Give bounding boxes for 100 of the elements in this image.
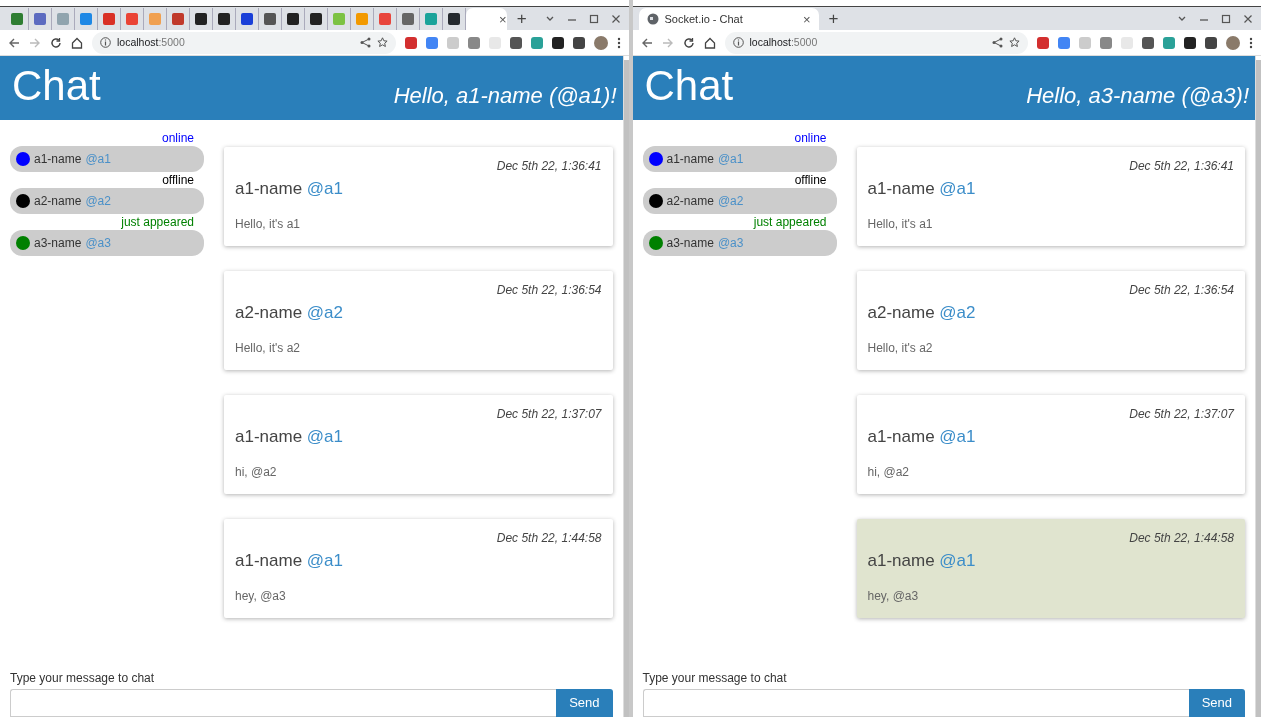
message-time: Dec 5th 22, 1:44:58 [496,530,602,547]
avatar-icon[interactable] [1226,35,1240,50]
input-label: Type your message to chat [10,670,156,687]
user-name: a1-name [34,151,82,168]
sender-name: a2-name [235,303,303,322]
reload-icon[interactable] [682,36,695,49]
message-time: Dec 5th 22, 1:44:58 [1129,530,1234,547]
message-text: Hello, it's a2 [867,339,933,357]
share-icon[interactable] [359,37,371,48]
reload-icon[interactable] [50,36,62,49]
sender-handle: @a1 [939,179,976,198]
sender-handle: @a1 [306,551,343,570]
message-text: hey, @a3 [235,587,286,605]
sender-name: a1-name [235,551,303,570]
user-item[interactable]: a3-name @a3 [642,230,837,256]
info-icon [732,37,744,48]
sender-name: a1-name [867,427,935,446]
browser-tab[interactable]: × [466,8,507,30]
user-item[interactable]: a1-name @a1 [642,146,837,172]
message-time: Dec 5th 22, 1:36:41 [496,158,602,175]
sender-name: a1-name [867,179,935,198]
sender-handle: @a1 [939,551,976,570]
message-text: Hello, it's a1 [235,215,300,233]
user-status: just appeared [121,215,194,229]
user-status: offline [794,173,827,187]
user-status: online [161,131,194,145]
back-icon[interactable] [640,36,653,49]
new-tab-button[interactable]: + [818,8,849,30]
home-icon[interactable] [71,36,83,49]
page-title: Chat [12,65,101,107]
message-time: Dec 5th 22, 1:36:54 [496,282,602,299]
sender-name: a1-name [235,427,303,446]
sender-handle: @a1 [939,427,976,446]
maximize-icon[interactable] [588,14,599,24]
extension-icon[interactable] [1205,36,1217,49]
user-name: a3-name [34,235,82,252]
scrollbar[interactable] [622,56,629,717]
home-icon[interactable] [703,36,716,49]
url-host: localhost [749,34,791,50]
user-item[interactable]: a2-name @a2 [10,188,204,214]
star-icon[interactable] [1009,37,1020,48]
scrollbar[interactable] [1255,56,1261,717]
user-status: just appeared [753,215,827,229]
user-name: a3-name [666,235,714,252]
tab-close-button[interactable]: × [802,12,811,26]
user-name: a2-name [34,193,82,210]
menu-icon[interactable] [1249,36,1253,49]
extension-icon[interactable] [1142,36,1154,49]
input-label: Type your message to chat [642,670,788,687]
message-text: hi, @a2 [867,463,910,481]
message-text: hi, @a2 [235,463,277,481]
address-bar[interactable]: localhost:5000 [92,31,396,54]
share-icon[interactable] [992,37,1003,48]
sender-handle: @a1 [306,179,343,198]
url-host: localhost [117,34,159,50]
user-name: a2-name [666,193,714,210]
page-title: Chat [644,65,734,107]
tab-close-button[interactable]: × [499,12,507,26]
maximize-icon[interactable] [1221,14,1231,24]
new-tab-button[interactable]: + [506,8,537,30]
message-time: Dec 5th 22, 1:36:41 [1129,158,1234,175]
url-port: :5000 [790,34,818,50]
sender-name: a1-name [235,179,303,198]
close-icon[interactable] [1243,14,1253,24]
menu-icon[interactable] [616,36,621,49]
user-status: online [794,131,827,145]
url-port: :5000 [158,34,185,50]
user-item[interactable]: a3-name @a3 [10,230,204,256]
user-status: offline [162,173,194,187]
extension-icon[interactable] [572,36,585,49]
browser-tab[interactable]: Socket.io - Chat × [638,8,819,30]
sender-handle: @a2 [939,303,976,322]
sender-handle: @a2 [306,303,343,322]
avatar-icon[interactable] [593,35,608,50]
message-time: Dec 5th 22, 1:36:54 [1129,282,1234,299]
address-bar[interactable]: localhost:5000 [724,31,1028,54]
message-text: Hello, it's a1 [867,215,933,233]
info-icon [100,37,111,48]
user-name: a1-name [666,151,714,168]
send-button[interactable]: Send [556,689,613,717]
message-input[interactable] [642,689,1189,717]
user-handle: @a1 [717,151,744,168]
close-icon[interactable] [610,14,621,24]
message-text: Hello, it's a2 [235,339,300,357]
globe-icon [646,13,659,25]
message-text: hey, @a3 [867,587,919,605]
back-icon[interactable] [8,36,20,49]
star-icon[interactable] [376,37,388,48]
extension-icon[interactable] [509,36,522,49]
user-item[interactable]: a1-name @a1 [10,146,204,172]
user-handle: @a3 [717,235,744,252]
extension-icon[interactable] [551,36,564,49]
greeting-text: Hello, a1-name (@a1)! [393,82,617,110]
extension-icon[interactable] [1184,36,1196,49]
message-input[interactable] [10,689,557,717]
user-handle: @a2 [85,193,111,210]
user-handle: @a2 [717,193,744,210]
user-item[interactable]: a2-name @a2 [642,188,837,214]
message-time: Dec 5th 22, 1:37:07 [496,406,602,423]
send-button[interactable]: Send [1188,689,1245,717]
